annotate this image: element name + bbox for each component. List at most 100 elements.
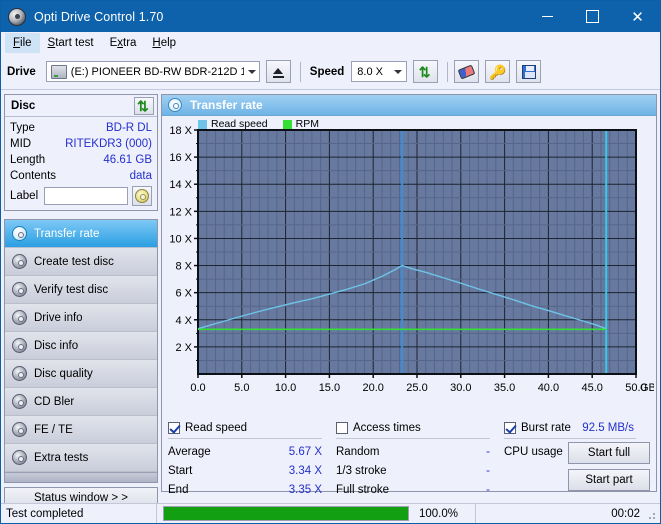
sidebar-item-label: Disc quality: [34, 368, 93, 380]
disc-icon: [8, 8, 26, 26]
sidebar-item-label: Disc info: [34, 340, 78, 352]
drive-select[interactable]: (E:) PIONEER BD-RW BDR-212D 1.01: [46, 61, 260, 82]
disc-contents-label: Contents: [10, 170, 56, 182]
status-bar: Test completed 100.0% 00:02: [1, 503, 660, 523]
burst-rate-group: Burst rate 92.5 MB/s: [504, 419, 650, 442]
random-row: Random -: [336, 442, 504, 461]
test-nav-list: Transfer rate Create test disc Verify te…: [4, 219, 158, 483]
eject-button[interactable]: [266, 60, 291, 83]
burst-rate-checkbox[interactable]: [504, 422, 516, 434]
toolbar-divider: [300, 62, 301, 82]
full-stroke-label: Full stroke: [336, 484, 389, 496]
divider: [504, 438, 636, 439]
access-times-checkbox[interactable]: [336, 422, 348, 434]
svg-text:6 X: 6 X: [175, 288, 192, 300]
disc-icon: [12, 254, 27, 269]
svg-text:8 X: 8 X: [175, 261, 192, 273]
minimize-button[interactable]: [525, 1, 570, 32]
start-value: 3.34 X: [289, 465, 336, 477]
speed-label: Speed: [310, 66, 345, 78]
read-speed-label: Read speed: [185, 422, 247, 434]
divider: [336, 438, 490, 439]
full-stroke-row: Full stroke -: [336, 480, 504, 499]
speed-select[interactable]: 8.0 X: [351, 61, 407, 82]
erase-button[interactable]: [454, 60, 479, 83]
sidebar-item-transfer-rate[interactable]: Transfer rate: [5, 220, 157, 248]
access-times-checkbox-row[interactable]: Access times: [336, 419, 504, 437]
close-button[interactable]: ✕: [615, 1, 660, 32]
menu-file[interactable]: File: [5, 33, 40, 53]
sidebar-item-label: CD Bler: [34, 396, 74, 408]
one-third-stroke-row: 1/3 stroke -: [336, 461, 504, 480]
sidebar-item-cd-bler[interactable]: CD Bler: [5, 388, 157, 416]
menu-start-test[interactable]: Start test: [40, 33, 102, 53]
left-column: Disc Type BD-R DL MID RITEKDR3 (000) Len…: [1, 90, 161, 496]
window-title: Opti Drive Control 1.70: [34, 10, 163, 24]
results-area: Read speed Access times: [162, 416, 656, 499]
progress-percent: 100.0%: [415, 508, 475, 520]
refresh-icon: [419, 65, 433, 79]
disc-icon: [12, 282, 27, 297]
svg-text:5.0: 5.0: [234, 382, 249, 394]
disc-refresh-button[interactable]: [134, 97, 154, 115]
burst-rate-checkbox-row[interactable]: Burst rate 92.5 MB/s: [504, 419, 650, 437]
sidebar-item-create-test-disc[interactable]: Create test disc: [5, 248, 157, 276]
transfer-rate-panel: Transfer rate Read speed RPM 2 X4 X6 X8 …: [161, 94, 657, 492]
disc-label-row: Label: [10, 186, 152, 206]
average-label: Average: [168, 446, 211, 458]
divider: [168, 438, 322, 439]
read-speed-checkbox-row[interactable]: Read speed: [168, 419, 336, 437]
disc-label-button[interactable]: [132, 186, 152, 206]
sidebar-item-disc-info[interactable]: Disc info: [5, 332, 157, 360]
cpu-usage-label: CPU usage: [504, 446, 563, 458]
maximize-button[interactable]: [570, 1, 615, 32]
title-bar: Opti Drive Control 1.70 ✕: [1, 1, 660, 32]
results-headers: Read speed Access times: [168, 419, 650, 442]
menu-bar: File Start test Extra Help: [1, 32, 660, 54]
chevron-down-icon: [244, 62, 259, 81]
read-speed-checkbox[interactable]: [168, 422, 180, 434]
sidebar-item-disc-quality[interactable]: Disc quality: [5, 360, 157, 388]
refresh-drive-button[interactable]: [413, 60, 438, 83]
drive-toolbar: Drive (E:) PIONEER BD-RW BDR-212D 1.01 S…: [1, 54, 660, 90]
right-column: Transfer rate Read speed RPM 2 X4 X6 X8 …: [161, 90, 660, 496]
disc-label-input[interactable]: [44, 187, 128, 205]
resize-grip[interactable]: [645, 509, 657, 521]
sidebar-item-drive-info[interactable]: Drive info: [5, 304, 157, 332]
sidebar-item-label: Verify test disc: [34, 284, 108, 296]
chart-panel-title: Transfer rate: [190, 98, 263, 112]
average-row: Average 5.67 X: [168, 442, 336, 461]
disc-row-type: Type BD-R DL: [10, 120, 152, 136]
menu-help[interactable]: Help: [144, 33, 184, 53]
start-full-button[interactable]: Start full: [568, 442, 650, 464]
access-times-label: Access times: [353, 422, 421, 434]
svg-text:0.0: 0.0: [190, 382, 205, 394]
sidebar-item-fe-te[interactable]: FE / TE: [5, 416, 157, 444]
svg-text:16 X: 16 X: [169, 152, 192, 164]
disc-type-label: Type: [10, 122, 35, 134]
disc-row-length: Length 46.61 GB: [10, 152, 152, 168]
start-part-button[interactable]: Start part: [568, 469, 650, 491]
svg-text:14 X: 14 X: [169, 179, 192, 191]
menu-extra[interactable]: Extra: [102, 33, 145, 53]
keys-button[interactable]: 🔑: [485, 60, 510, 83]
svg-text:10.0: 10.0: [275, 382, 296, 394]
svg-text:2 X: 2 X: [175, 342, 192, 354]
refresh-icon: [137, 99, 151, 113]
access-times-group: Access times: [336, 419, 504, 442]
one-third-stroke-label: 1/3 stroke: [336, 465, 387, 477]
sidebar-item-extra-tests[interactable]: Extra tests: [5, 444, 157, 472]
svg-text:20.0: 20.0: [362, 382, 383, 394]
disc-contents-value: data: [130, 170, 152, 182]
drive-label: Drive: [7, 66, 36, 78]
sidebar-item-label: Extra tests: [34, 452, 88, 464]
disc-row-contents: Contents data: [10, 168, 152, 184]
divider: [156, 504, 157, 524]
disc-length-label: Length: [10, 154, 45, 166]
application-window: Opti Drive Control 1.70 ✕ File Start tes…: [0, 0, 661, 524]
drive-select-value: (E:) PIONEER BD-RW BDR-212D 1.01: [71, 66, 244, 78]
save-button[interactable]: [516, 60, 541, 83]
chart-area: Read speed RPM 2 X4 X6 X8 X10 X12 X14 X1…: [162, 116, 656, 416]
sidebar-item-verify-test-disc[interactable]: Verify test disc: [5, 276, 157, 304]
disc-type-value: BD-R DL: [106, 122, 152, 134]
